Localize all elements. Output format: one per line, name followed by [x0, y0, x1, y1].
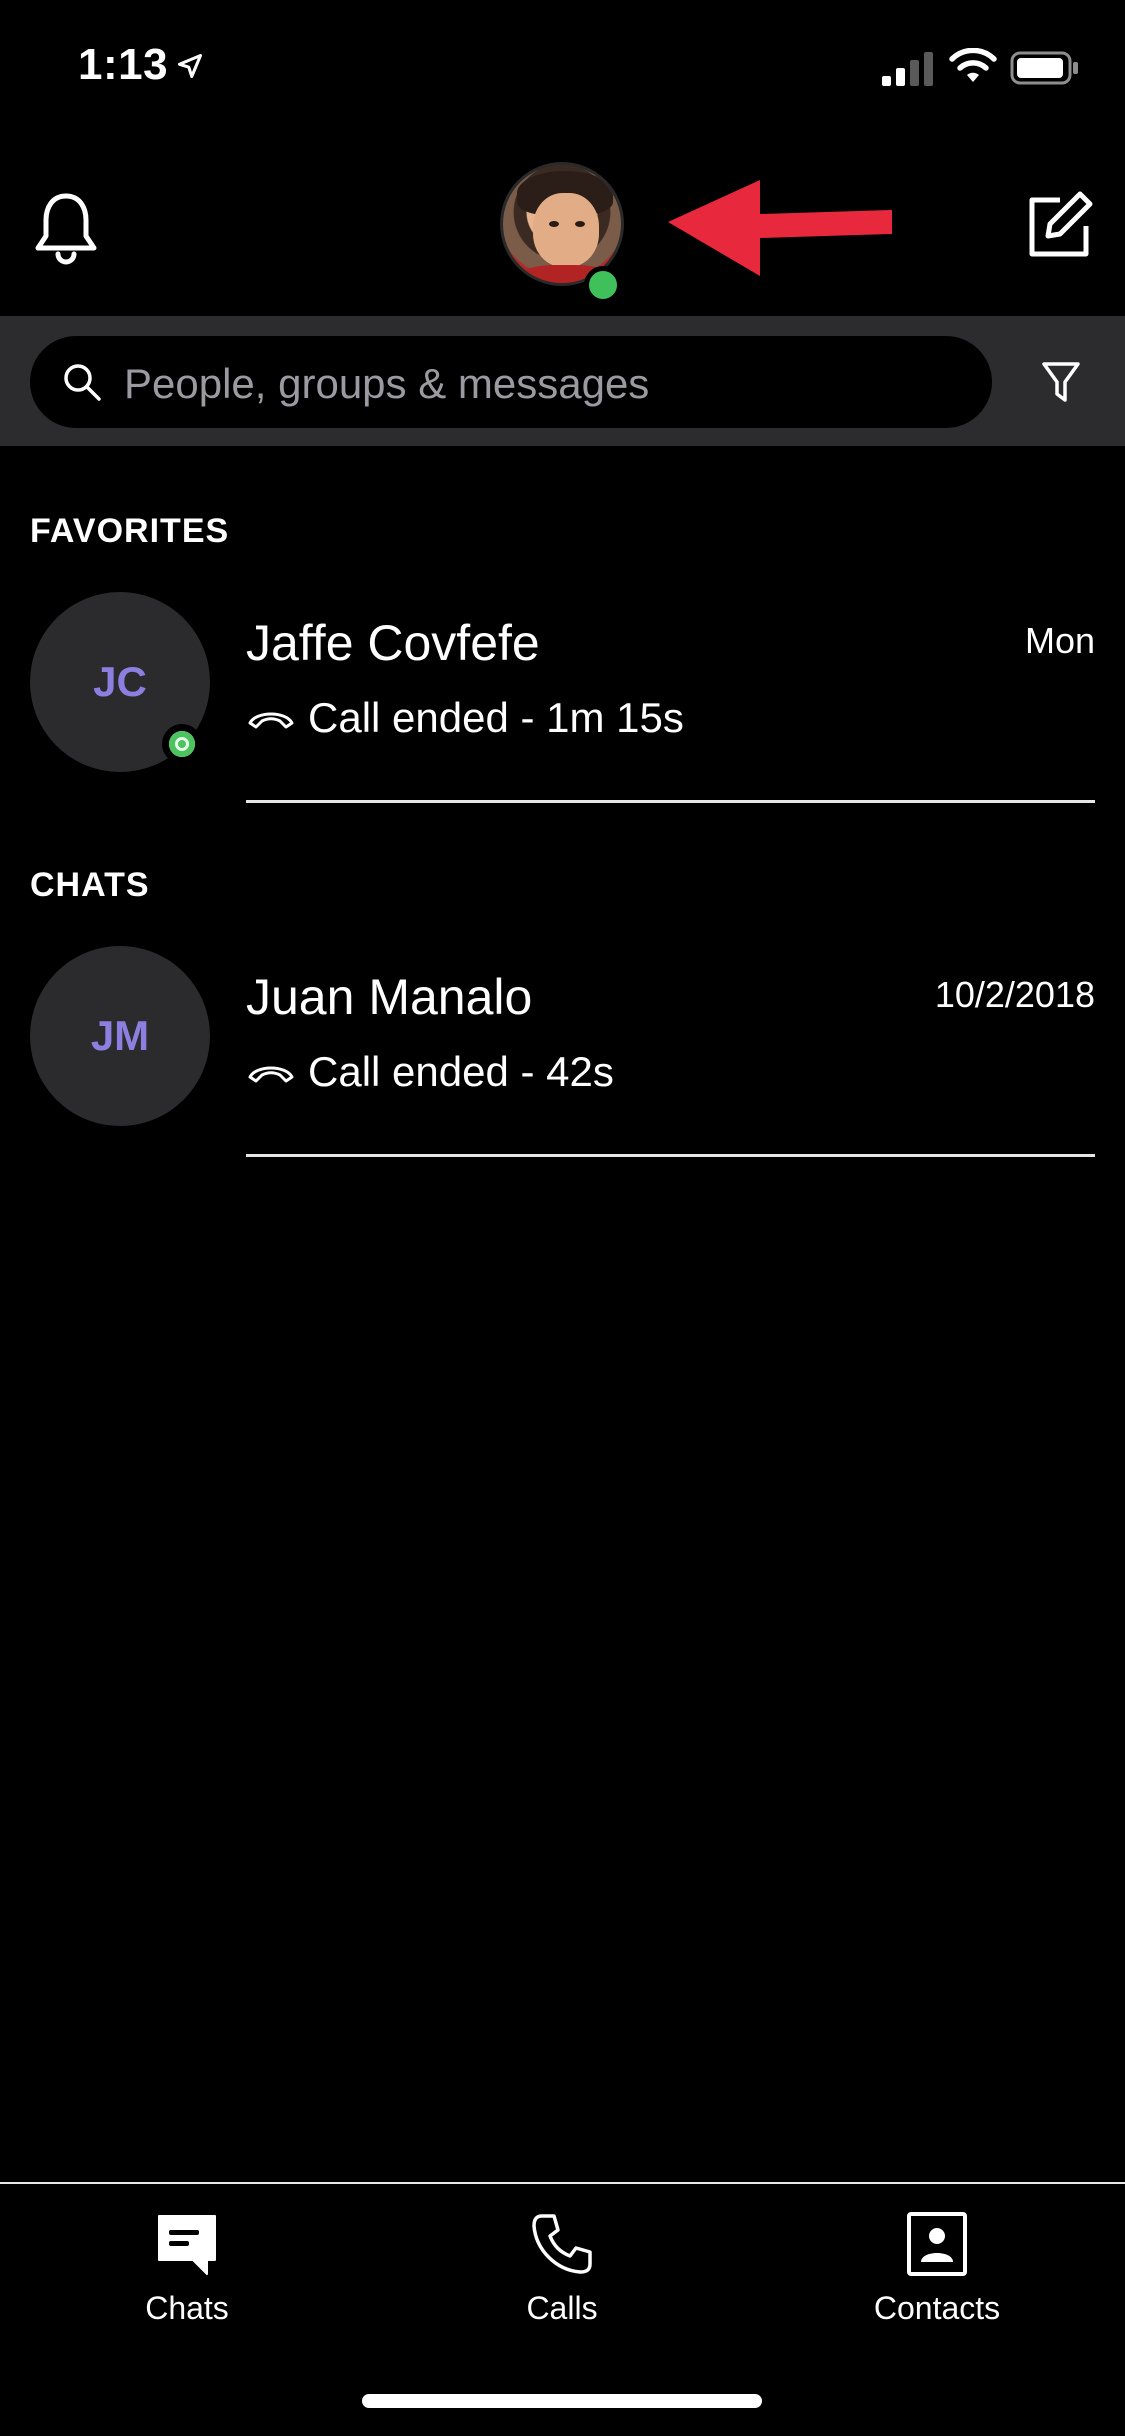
last-activity-text: Call ended - 1m 15s	[308, 694, 684, 741]
signal-icon	[882, 52, 933, 86]
search-input[interactable]: People, groups & messages	[30, 336, 992, 428]
chat-row-juan-manalo[interactable]: JM Juan Manalo 10/2/2018 Call ended - 42…	[0, 946, 1125, 1176]
search-bar-area: People, groups & messages	[0, 316, 1125, 446]
profile-avatar[interactable]	[500, 162, 628, 304]
bell-icon[interactable]	[32, 190, 100, 266]
last-activity-text: Call ended - 42s	[308, 1048, 614, 1095]
call-ended-icon	[248, 712, 294, 729]
red-arrow-annotation	[668, 180, 892, 276]
compose-icon[interactable]	[1024, 190, 1094, 260]
tab-label: Calls	[526, 2290, 598, 2326]
wifi-icon	[949, 48, 997, 82]
contact-name: Juan Manalo	[246, 969, 533, 1025]
last-activity-summary: Call ended - 1m 15s	[246, 694, 684, 742]
row-divider	[246, 1154, 1095, 1157]
tab-contacts[interactable]: Contacts	[817, 2210, 1057, 2330]
filter-icon[interactable]	[1041, 360, 1081, 404]
call-ended-icon	[248, 1066, 294, 1083]
chats-section-label: CHATS	[30, 866, 150, 904]
app-header	[0, 140, 1125, 315]
search-icon	[64, 364, 101, 401]
chat-bubble-icon	[158, 2215, 216, 2275]
status-bar: 1:13	[0, 0, 1125, 130]
favorites-section-label: FAVORITES	[30, 512, 230, 550]
location-arrow-icon	[177, 53, 203, 79]
tab-label: Chats	[145, 2290, 229, 2326]
tab-calls[interactable]: Calls	[442, 2210, 682, 2330]
last-activity-date: Mon	[1024, 620, 1095, 661]
contact-card-icon	[907, 2212, 967, 2276]
contact-name: Jaffe Covfefe	[246, 615, 540, 671]
battery-icon	[1010, 51, 1078, 85]
row-divider	[246, 800, 1095, 803]
favorite-row-jaffe-covfefe[interactable]: JC Jaffe Covfefe Mon Call ended - 1m 15s	[0, 592, 1125, 822]
tab-label: Contacts	[873, 2290, 1001, 2326]
last-activity-summary: Call ended - 42s	[246, 1048, 614, 1096]
online-status-dot	[162, 724, 202, 764]
last-activity-date: 10/2/2018	[934, 974, 1095, 1015]
tab-chats[interactable]: Chats	[67, 2210, 307, 2330]
online-status-dot	[584, 266, 622, 304]
contact-avatar-initials: JM	[30, 946, 210, 1126]
phone-icon	[532, 2214, 592, 2274]
home-indicator[interactable]	[362, 2394, 762, 2408]
search-placeholder: People, groups & messages	[124, 360, 650, 407]
status-time: 1:13	[78, 40, 169, 89]
chats-screen: 1:13 People, groups & messages FAVORITES…	[0, 0, 1125, 2436]
